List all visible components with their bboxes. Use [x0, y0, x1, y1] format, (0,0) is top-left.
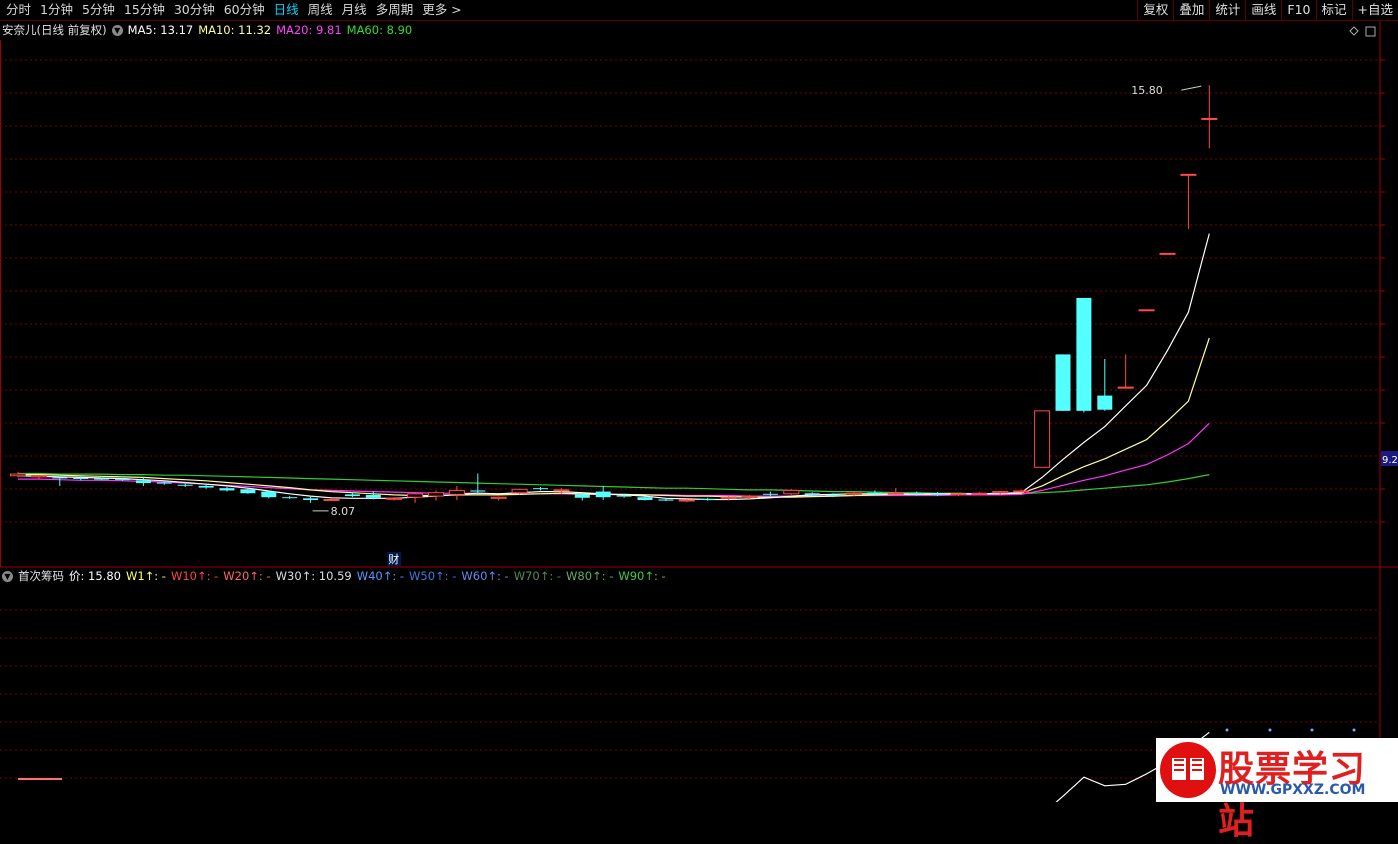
- candle-body: [156, 482, 172, 484]
- candle-body: [1201, 117, 1218, 120]
- candle-body: [511, 488, 528, 494]
- candle-body: [240, 489, 256, 494]
- candle-body: [73, 478, 89, 480]
- candle-body: [930, 493, 946, 495]
- event-label: 财: [388, 552, 399, 566]
- candle-body: [365, 494, 381, 498]
- candle-body: [595, 491, 611, 498]
- candle-body: [1034, 410, 1051, 468]
- candle-body: [825, 494, 841, 496]
- w30-line: [1055, 731, 1210, 802]
- candle-body: [344, 494, 360, 497]
- candle-body: [1013, 490, 1030, 493]
- candle-body: [428, 492, 444, 497]
- candle-body: [282, 497, 298, 499]
- candle-body: [470, 490, 486, 492]
- candle-body: [1076, 297, 1092, 411]
- watermark-url: WWW.GPXXZ.COM: [1220, 782, 1366, 798]
- ma5-line: [17, 233, 1210, 501]
- candle-body: [678, 499, 695, 502]
- ma10-line: [18, 337, 1210, 498]
- chip-dot: [1310, 728, 1314, 732]
- window-icon: [1365, 26, 1376, 37]
- candle-body: [720, 496, 737, 499]
- candle-body: [1180, 173, 1197, 176]
- candle-body: [553, 489, 570, 492]
- book-icon: [1160, 742, 1216, 798]
- candle-body: [804, 493, 820, 495]
- candle-body: [1159, 252, 1176, 255]
- watermark: 股票学习站 WWW.GPXXZ.COM: [1156, 738, 1398, 842]
- axis-price-label: 9.2: [1382, 455, 1398, 466]
- candle-body: [448, 489, 465, 495]
- diamond-icon: [1349, 26, 1359, 36]
- candle-body: [971, 492, 988, 495]
- high-arrow: [1181, 85, 1202, 91]
- candle-body: [198, 485, 214, 488]
- candle-body: [323, 498, 340, 501]
- candle-body: [616, 495, 632, 497]
- candle-body: [386, 497, 403, 500]
- candle-body: [10, 473, 26, 477]
- candle-body: [992, 491, 1009, 494]
- high-price-label: 15.80: [1131, 84, 1163, 97]
- candle-body: [303, 498, 319, 501]
- candle-body: [846, 492, 862, 495]
- candle-body: [741, 495, 758, 498]
- chip-dot: [1352, 728, 1356, 732]
- candle-body: [783, 489, 800, 495]
- candle-body: [177, 484, 193, 486]
- candle-body: [867, 492, 883, 495]
- candle-body: [909, 493, 925, 495]
- candle-body: [658, 499, 674, 501]
- candle-body: [887, 492, 904, 495]
- candle-body: [490, 496, 507, 499]
- candle-body: [1097, 395, 1113, 410]
- candle-body: [115, 479, 130, 481]
- candle-body: [1117, 386, 1134, 389]
- chip-dot: [1225, 728, 1229, 732]
- candle-body: [700, 498, 716, 500]
- candle-body: [950, 493, 967, 496]
- candle-body: [30, 475, 47, 478]
- candle-body: [1055, 354, 1071, 411]
- candle-body: [762, 493, 778, 495]
- chip-dot: [1268, 728, 1272, 732]
- kline-chart[interactable]: 15.80 8.07 财 9.2: [0, 0, 1398, 802]
- candle-body: [637, 497, 653, 501]
- candle-body: [261, 491, 277, 498]
- candle-body: [52, 477, 68, 479]
- low-price-label: 8.07: [331, 505, 356, 518]
- candle-body: [533, 488, 548, 490]
- candle-body: [574, 494, 590, 498]
- candle-body: [94, 478, 110, 480]
- candle-body: [135, 480, 151, 484]
- candle-body: [219, 488, 235, 491]
- candle-body: [407, 493, 424, 498]
- candle-body: [1138, 309, 1155, 312]
